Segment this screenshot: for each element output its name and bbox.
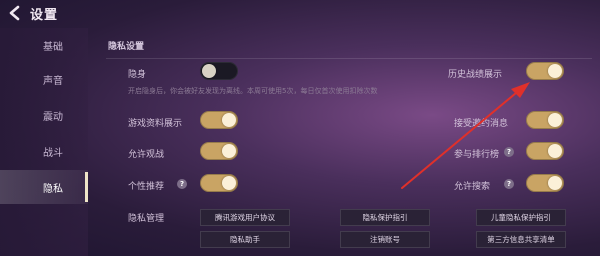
- toggle-knob: [548, 144, 562, 158]
- allow-spectate-toggle[interactable]: [200, 142, 238, 160]
- sidebar-item-basic[interactable]: 基础: [0, 28, 88, 62]
- sidebar-item-privacy[interactable]: 隐私: [0, 170, 88, 204]
- third-party-sharing-link[interactable]: 第三方信息共享清单: [476, 231, 566, 248]
- personal-rec-toggle[interactable]: [200, 174, 238, 192]
- sidebar: 基础 声音 震动 战斗 隐私: [0, 28, 88, 256]
- privacy-guide-link[interactable]: 隐私保护指引: [340, 209, 430, 226]
- toggle-knob: [548, 176, 562, 190]
- sidebar-item-label: 战斗: [43, 148, 63, 159]
- sidebar-item-vibration[interactable]: 震动: [0, 98, 88, 132]
- allow-search-toggle[interactable]: [526, 174, 564, 192]
- privacy-settings-panel: 隐私设置 隐身 开启隐身后，你会被好友发现为离线。本周可使用5次，每日仅首次使用…: [88, 28, 600, 256]
- toggle-knob: [202, 64, 216, 78]
- section-title: 隐私设置: [108, 42, 145, 52]
- history-label: 历史战绩展示: [448, 70, 503, 80]
- leaderboard-label: 参与排行榜: [454, 150, 500, 160]
- help-icon[interactable]: ?: [504, 179, 514, 189]
- sidebar-item-label: 隐私: [43, 184, 63, 195]
- stealth-hint: 开启隐身后，你会被好友发现为离线。本周可使用5次，每日仅首次使用扣除次数: [128, 87, 378, 95]
- leaderboard-toggle[interactable]: [526, 142, 564, 160]
- sidebar-item-label: 基础: [43, 42, 63, 53]
- toggle-knob: [222, 176, 236, 190]
- invite-msg-label: 接受邀约消息: [454, 119, 509, 129]
- invite-msg-toggle[interactable]: [526, 111, 564, 129]
- help-icon[interactable]: ?: [504, 147, 514, 157]
- game-info-label: 游戏资料展示: [128, 119, 183, 129]
- stealth-toggle[interactable]: [200, 62, 238, 80]
- child-privacy-guide-link[interactable]: 儿童隐私保护指引: [476, 209, 566, 226]
- help-icon[interactable]: ?: [177, 179, 187, 189]
- toggle-knob: [222, 144, 236, 158]
- game-info-toggle[interactable]: [200, 111, 238, 129]
- user-agreement-link[interactable]: 腾讯游戏用户协议: [200, 209, 290, 226]
- privacy-assistant-link[interactable]: 隐私助手: [200, 231, 290, 248]
- back-arrow-icon[interactable]: [6, 4, 24, 22]
- privacy-mgmt-label: 隐私管理: [128, 214, 165, 224]
- stealth-label: 隐身: [128, 70, 147, 80]
- sidebar-item-battle[interactable]: 战斗: [0, 134, 88, 168]
- history-toggle[interactable]: [526, 62, 564, 80]
- delete-account-link[interactable]: 注销账号: [340, 231, 430, 248]
- sidebar-item-sound[interactable]: 声音: [0, 62, 88, 96]
- page-title: 设置: [30, 8, 59, 23]
- toggle-knob: [548, 64, 562, 78]
- allow-spectate-label: 允许观战: [128, 150, 165, 160]
- toggle-knob: [548, 113, 562, 127]
- personal-rec-label: 个性推荐: [128, 182, 165, 192]
- sidebar-item-label: 震动: [43, 112, 63, 123]
- toggle-knob: [222, 113, 236, 127]
- sidebar-item-label: 声音: [43, 76, 63, 87]
- divider: [106, 58, 592, 59]
- top-bar: 设置: [0, 0, 88, 28]
- allow-search-label: 允许搜索: [454, 182, 491, 192]
